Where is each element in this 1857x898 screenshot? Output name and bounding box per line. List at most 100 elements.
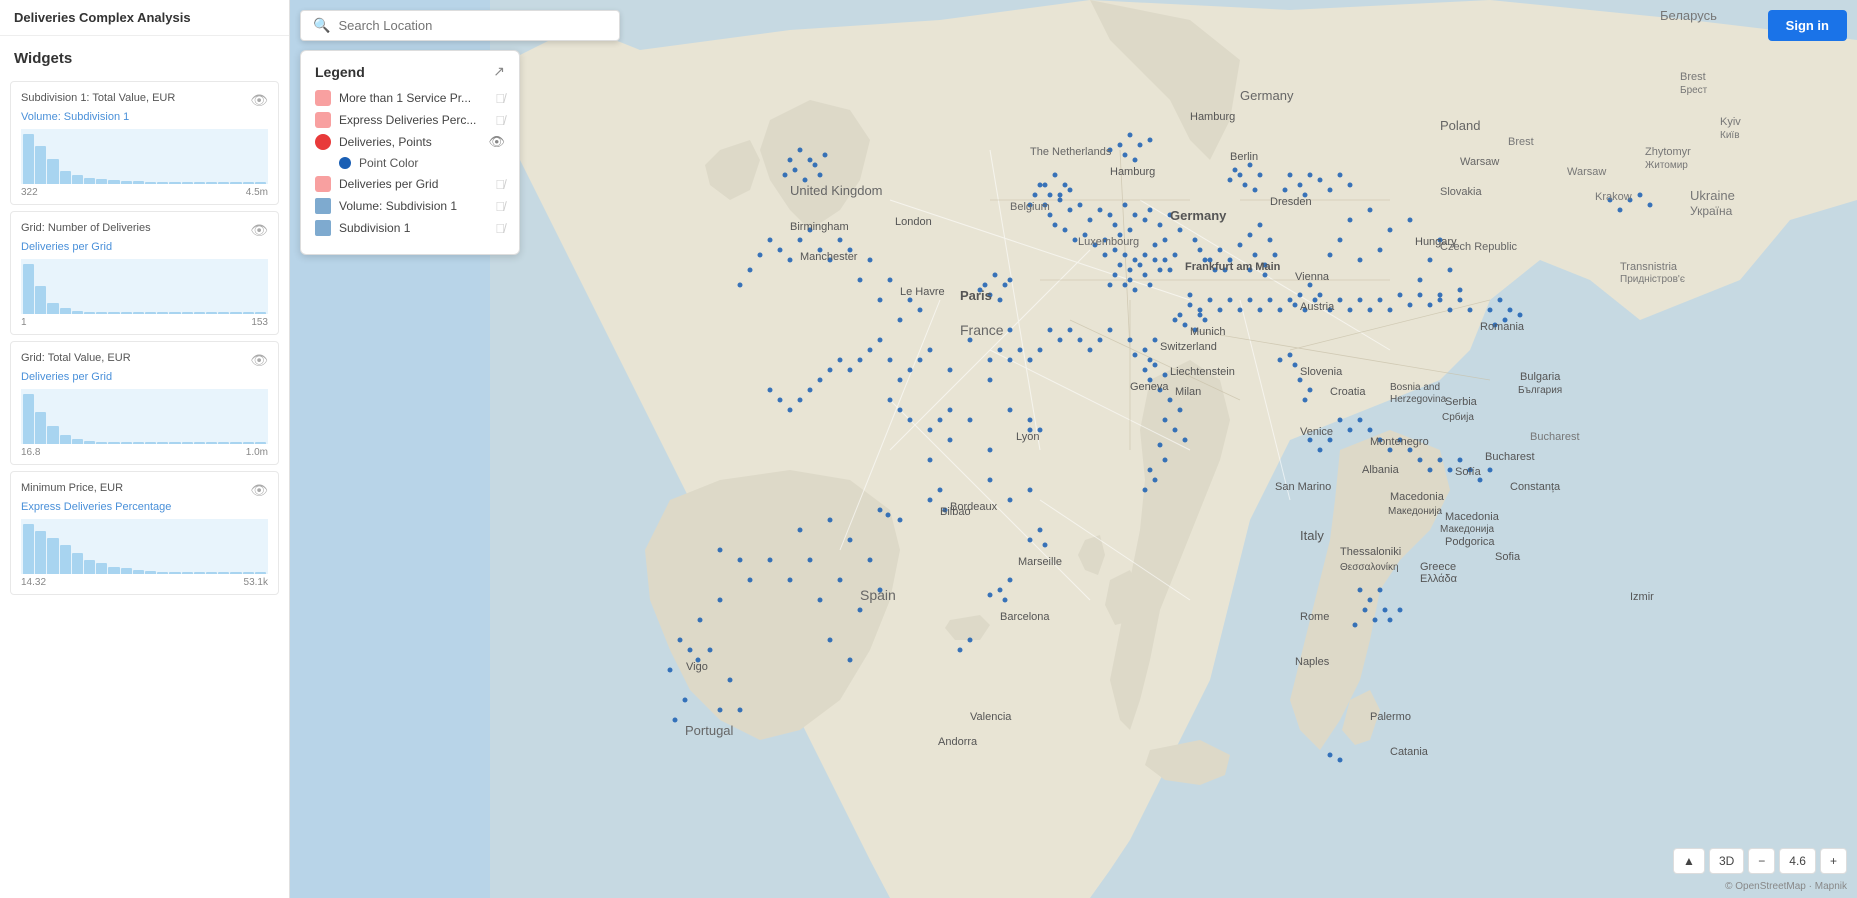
svg-text:Germany: Germany [1170, 208, 1227, 223]
legend-item-row: Express Deliveries Perc... 👁̸ [315, 112, 505, 128]
svg-text:Ελλάδα: Ελλάδα [1420, 573, 1458, 585]
svg-text:Беларусь: Беларусь [1660, 8, 1717, 23]
map-area[interactable]: Poland Germany Czech Republic Slovakia W… [290, 0, 1857, 898]
svg-text:Venice: Venice [1300, 426, 1333, 438]
chart-bar [23, 134, 34, 184]
legend-eye-visible[interactable]: 👁 [488, 134, 505, 150]
legend-eye-hidden[interactable]: 👁̸ [495, 199, 505, 214]
chart-bar [108, 180, 119, 184]
svg-text:France: France [960, 322, 1004, 338]
widget-card-0: Subdivision 1: Total Value, EUR 👁 Volume… [10, 81, 279, 205]
svg-text:Bosnia and: Bosnia and [1390, 382, 1440, 393]
svg-text:Македонија: Македонија [1388, 506, 1443, 517]
3d-button[interactable]: 3D [1709, 848, 1744, 874]
svg-text:Hamburg: Hamburg [1110, 166, 1155, 178]
chart-bar [230, 312, 241, 314]
svg-text:Andorra: Andorra [938, 736, 978, 748]
chart-bar [218, 572, 229, 574]
signin-button[interactable]: Sign in [1768, 10, 1847, 41]
svg-text:Luxembourg: Luxembourg [1078, 236, 1139, 248]
chart-bar [230, 442, 241, 444]
svg-text:Македонија: Македонија [1440, 524, 1495, 535]
svg-text:Dresden: Dresden [1270, 196, 1312, 208]
chart-bar [133, 181, 144, 184]
chart-bar [157, 442, 168, 444]
svg-text:Barcelona: Barcelona [1000, 611, 1050, 623]
chart-bar [35, 531, 46, 574]
widget-visibility-toggle[interactable]: 👁 [250, 482, 268, 499]
terrain-button[interactable]: ▲ [1673, 848, 1705, 874]
widget-visibility-toggle[interactable]: 👁 [250, 352, 268, 369]
svg-text:Catania: Catania [1390, 746, 1429, 758]
svg-text:Serbia: Serbia [1445, 396, 1478, 408]
widget-card-2: Grid: Total Value, EUR 👁 Deliveries per … [10, 341, 279, 465]
svg-text:Thessaloniki: Thessaloniki [1340, 546, 1401, 558]
legend-item-icon [315, 134, 331, 150]
chart-bar [133, 570, 144, 574]
chart-bar [145, 312, 156, 314]
widget-visibility-toggle[interactable]: 👁 [250, 92, 268, 109]
chart-bar [255, 182, 266, 184]
chart-bar [72, 175, 83, 184]
widget-card-subtitle: Deliveries per Grid [21, 371, 268, 383]
chart-bars [21, 389, 268, 444]
chart-bar [255, 442, 266, 444]
legend-item-label: Deliveries, Points [339, 135, 432, 149]
chart-bar [218, 442, 229, 444]
svg-text:Krakow: Krakow [1595, 191, 1632, 203]
chart-bar [206, 442, 217, 444]
svg-text:Lyon: Lyon [1016, 431, 1039, 443]
svg-text:Germany: Germany [1240, 88, 1294, 103]
chart-bar [194, 442, 205, 444]
legend-item-more-than-service: More than 1 Service Pr... 👁̸ [315, 90, 505, 106]
chart-bar [96, 563, 107, 574]
chart-bar [243, 572, 254, 574]
chart-bar [206, 182, 217, 184]
chart-bar [108, 567, 119, 574]
svg-text:Albania: Albania [1362, 464, 1400, 476]
chart-bar [60, 435, 71, 444]
legend-panel: Legend ↗ More than 1 Service Pr... 👁̸ Ex… [300, 50, 520, 255]
svg-text:Greece: Greece [1420, 561, 1456, 573]
legend-item-label: Express Deliveries Perc... [339, 113, 476, 127]
svg-text:Birmingham: Birmingham [790, 221, 849, 233]
widget-card-title: Grid: Number of Deliveries [21, 222, 246, 234]
search-input[interactable] [338, 18, 607, 33]
chart-bar [255, 312, 266, 314]
widget-chart [21, 259, 268, 314]
legend-eye-hidden[interactable]: 👁̸ [495, 221, 505, 236]
svg-text:Poland: Poland [1440, 118, 1480, 133]
chart-bar [35, 286, 46, 314]
legend-expand-icon[interactable]: ↗ [493, 63, 505, 80]
chart-bar [169, 182, 180, 184]
svg-text:Switzerland: Switzerland [1160, 341, 1217, 353]
legend-eye-hidden[interactable]: 👁̸ [495, 91, 505, 106]
svg-text:Macedonia: Macedonia [1445, 511, 1500, 523]
svg-text:Ukraine: Ukraine [1690, 188, 1735, 203]
svg-text:Київ: Київ [1720, 130, 1740, 141]
legend-eye-hidden[interactable]: 👁̸ [495, 113, 505, 128]
legend-item-label: Deliveries per Grid [339, 177, 438, 191]
sidebar: Deliveries Complex Analysis Widgets Subd… [0, 0, 290, 898]
chart-range: 1 153 [21, 317, 268, 328]
widget-card-subtitle: Volume: Subdivision 1 [21, 111, 268, 123]
svg-text:Macedonia: Macedonia [1390, 491, 1445, 503]
chart-bar [182, 182, 193, 184]
svg-text:Brest: Brest [1508, 136, 1534, 148]
widget-chart [21, 129, 268, 184]
chart-bar [121, 312, 132, 314]
widget-visibility-toggle[interactable]: 👁 [250, 222, 268, 239]
svg-text:Constanța: Constanța [1510, 481, 1561, 493]
svg-text:Montenegro: Montenegro [1370, 436, 1429, 448]
chart-bar [218, 312, 229, 314]
legend-eye-hidden[interactable]: 👁̸ [495, 177, 505, 192]
legend-item-express-deliveries: Express Deliveries Perc... 👁̸ [315, 112, 505, 128]
legend-item-row: More than 1 Service Pr... 👁̸ [315, 90, 505, 106]
svg-text:Austria: Austria [1300, 301, 1335, 313]
chart-bar [84, 560, 95, 574]
widgets-title: Widgets [0, 36, 289, 75]
zoom-out-button[interactable]: − [1748, 848, 1775, 874]
legend-item-label: Volume: Subdivision 1 [339, 199, 457, 213]
chart-bar [194, 182, 205, 184]
zoom-in-button[interactable]: + [1820, 848, 1847, 874]
